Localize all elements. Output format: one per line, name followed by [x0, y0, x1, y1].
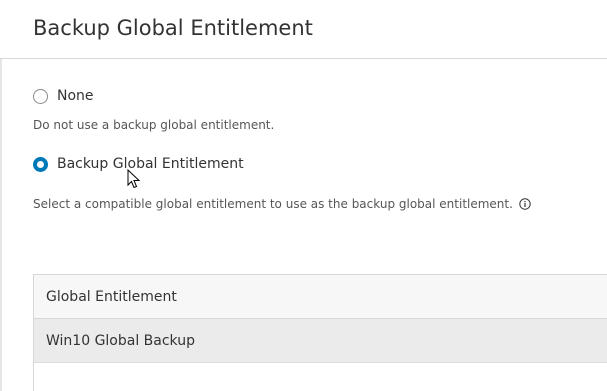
- table-cell-global-entitlement: Win10 Global Backup: [46, 332, 195, 349]
- radio-none-label[interactable]: None: [57, 87, 94, 105]
- radio-option-none[interactable]: None: [33, 87, 94, 105]
- column-header-global-entitlement[interactable]: Global Entitlement: [46, 289, 177, 305]
- dialog-header: Backup Global Entitlement: [0, 0, 607, 59]
- radio-backup-button[interactable]: [33, 156, 48, 172]
- radio-backup-label[interactable]: Backup Global Entitlement: [57, 155, 244, 173]
- table-row[interactable]: Win10 Global Backup: [34, 319, 607, 363]
- radio-none-button[interactable]: [33, 88, 48, 104]
- none-description: Do not use a backup global entitlement.: [33, 117, 274, 133]
- backup-description-text: Select a compatible global entitlement t…: [33, 197, 513, 211]
- info-icon[interactable]: [519, 198, 531, 210]
- backup-global-entitlement-dialog: Backup Global Entitlement None Do not us…: [0, 0, 607, 391]
- table-header: Global Entitlement: [34, 275, 607, 319]
- global-entitlement-table: Global Entitlement Win10 Global Backup: [33, 274, 607, 391]
- mouse-cursor-icon: [127, 169, 141, 189]
- none-description-text: Do not use a backup global entitlement.: [33, 118, 275, 132]
- backup-description: Select a compatible global entitlement t…: [33, 196, 531, 212]
- dialog-title: Backup Global Entitlement: [33, 16, 313, 40]
